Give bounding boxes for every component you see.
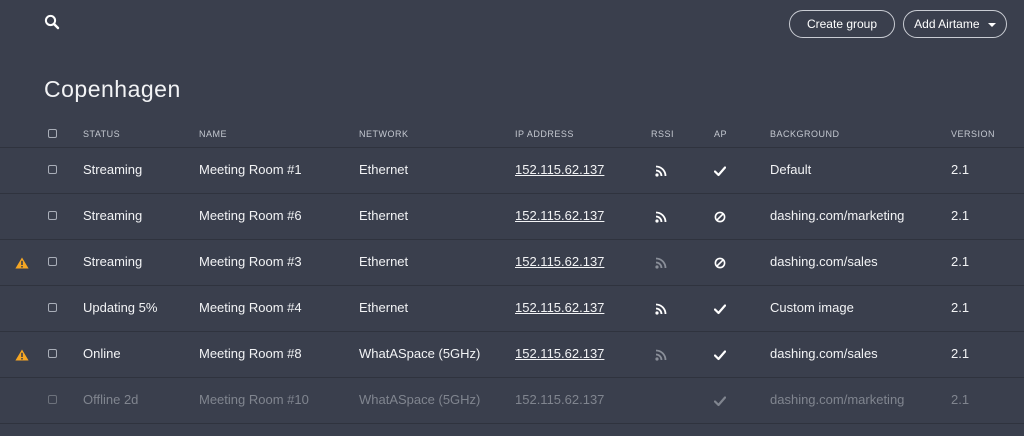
- status-cell: Streaming: [83, 208, 143, 223]
- status-cell: Streaming: [83, 254, 143, 269]
- table-row[interactable]: Streaming Meeting Room #1 Ethernet 152.115.…: [0, 148, 1024, 194]
- version-cell: 2.1: [951, 300, 970, 315]
- background-cell: dashing.com/marketing: [770, 392, 905, 407]
- background-cell: dashing.com/sales: [770, 346, 878, 361]
- signal-icon: [655, 349, 667, 361]
- version-cell: 2.1: [951, 254, 970, 269]
- row-checkbox[interactable]: [48, 303, 57, 312]
- name-cell: Meeting Room #10: [199, 392, 309, 407]
- checkmark-icon: [714, 396, 726, 407]
- chevron-down-icon: [987, 22, 996, 27]
- background-cell: Default: [770, 162, 812, 177]
- name-cell: Meeting Room #3: [199, 254, 302, 269]
- name-cell: Meeting Room #6: [199, 208, 302, 223]
- checkmark-icon: [714, 350, 726, 361]
- background-cell: dashing.com/sales: [770, 254, 878, 269]
- status-cell: Offline 2d: [83, 392, 139, 407]
- column-header-ip-address[interactable]: IP ADDRESS: [515, 129, 574, 139]
- network-cell: WhatASpace (5GHz): [359, 346, 481, 361]
- signal-icon: [655, 165, 667, 177]
- device-table: STATUS NAME NETWORK IP ADDRESS RSSI AP B…: [0, 121, 1024, 424]
- warning-icon: [15, 257, 29, 269]
- status-cell: Streaming: [83, 162, 143, 177]
- checkmark-icon: [714, 166, 726, 177]
- network-cell: WhatASpace (5GHz): [359, 392, 481, 407]
- version-cell: 2.1: [951, 346, 970, 361]
- search-button[interactable]: [44, 14, 64, 34]
- column-header-rssi[interactable]: RSSI: [651, 129, 674, 139]
- column-header-name[interactable]: NAME: [199, 129, 227, 139]
- add-airtame-button[interactable]: Add Airtame: [903, 10, 1007, 38]
- table-row[interactable]: Updating 5% Meeting Room #4 Ethernet 152.11…: [0, 286, 1024, 332]
- name-cell: Meeting Room #4: [199, 300, 302, 315]
- table-row[interactable]: Online Meeting Room #8 WhatASpace (5GHz) 15…: [0, 332, 1024, 378]
- ip-address-link[interactable]: 152.115.62.137: [515, 346, 604, 361]
- version-cell: 2.1: [951, 208, 970, 223]
- row-checkbox[interactable]: [48, 257, 57, 266]
- name-cell: Meeting Room #1: [199, 162, 302, 177]
- checkmark-icon: [714, 304, 726, 315]
- column-header-background[interactable]: BACKGROUND: [770, 129, 840, 139]
- ip-address-link[interactable]: 152.115.62.137: [515, 300, 604, 315]
- status-cell: Online: [83, 346, 121, 361]
- column-header-network[interactable]: NETWORK: [359, 129, 409, 139]
- column-header-version[interactable]: VERSION: [951, 129, 995, 139]
- ip-address-link[interactable]: 152.115.62.137: [515, 208, 604, 223]
- network-cell: Ethernet: [359, 208, 409, 223]
- row-checkbox[interactable]: [48, 349, 57, 358]
- column-header-status[interactable]: STATUS: [83, 129, 120, 139]
- select-all-checkbox[interactable]: [48, 129, 57, 138]
- network-cell: Ethernet: [359, 300, 409, 315]
- network-cell: Ethernet: [359, 162, 409, 177]
- network-cell: Ethernet: [359, 254, 409, 269]
- table-header: STATUS NAME NETWORK IP ADDRESS RSSI AP B…: [0, 121, 1024, 148]
- ip-address-link: 152.115.62.137: [515, 392, 605, 407]
- ip-address-link[interactable]: 152.115.62.137: [515, 254, 604, 269]
- status-cell: Updating 5%: [83, 300, 158, 315]
- warning-icon: [15, 349, 29, 361]
- version-cell: 2.1: [951, 162, 970, 177]
- version-cell: 2.1: [951, 392, 970, 407]
- ip-address-link[interactable]: 152.115.62.137: [515, 162, 604, 177]
- name-cell: Meeting Room #8: [199, 346, 302, 361]
- create-group-label: Create group: [806, 17, 878, 31]
- disabled-icon: [714, 257, 726, 269]
- background-cell: dashing.com/marketing: [770, 208, 905, 223]
- column-header-ap[interactable]: AP: [714, 129, 727, 139]
- signal-icon: [655, 303, 667, 315]
- table-row[interactable]: Offline 2d Meeting Room #10 WhatASpace (5G…: [0, 378, 1024, 424]
- table-row[interactable]: Streaming Meeting Room #3 Ethernet 152.115.…: [0, 240, 1024, 286]
- page-title: Copenhagen: [44, 76, 181, 102]
- search-icon: [44, 14, 60, 30]
- signal-icon: [655, 257, 667, 269]
- row-checkbox[interactable]: [48, 211, 57, 220]
- disabled-icon: [714, 211, 726, 223]
- create-group-button[interactable]: Create group: [789, 10, 895, 38]
- add-airtame-label: Add Airtame: [914, 17, 980, 31]
- row-checkbox[interactable]: [48, 395, 57, 404]
- background-cell: Custom image: [770, 300, 854, 315]
- table-row[interactable]: Streaming Meeting Room #6 Ethernet 152.115.…: [0, 194, 1024, 240]
- signal-icon: [655, 211, 667, 223]
- row-checkbox[interactable]: [48, 165, 57, 174]
